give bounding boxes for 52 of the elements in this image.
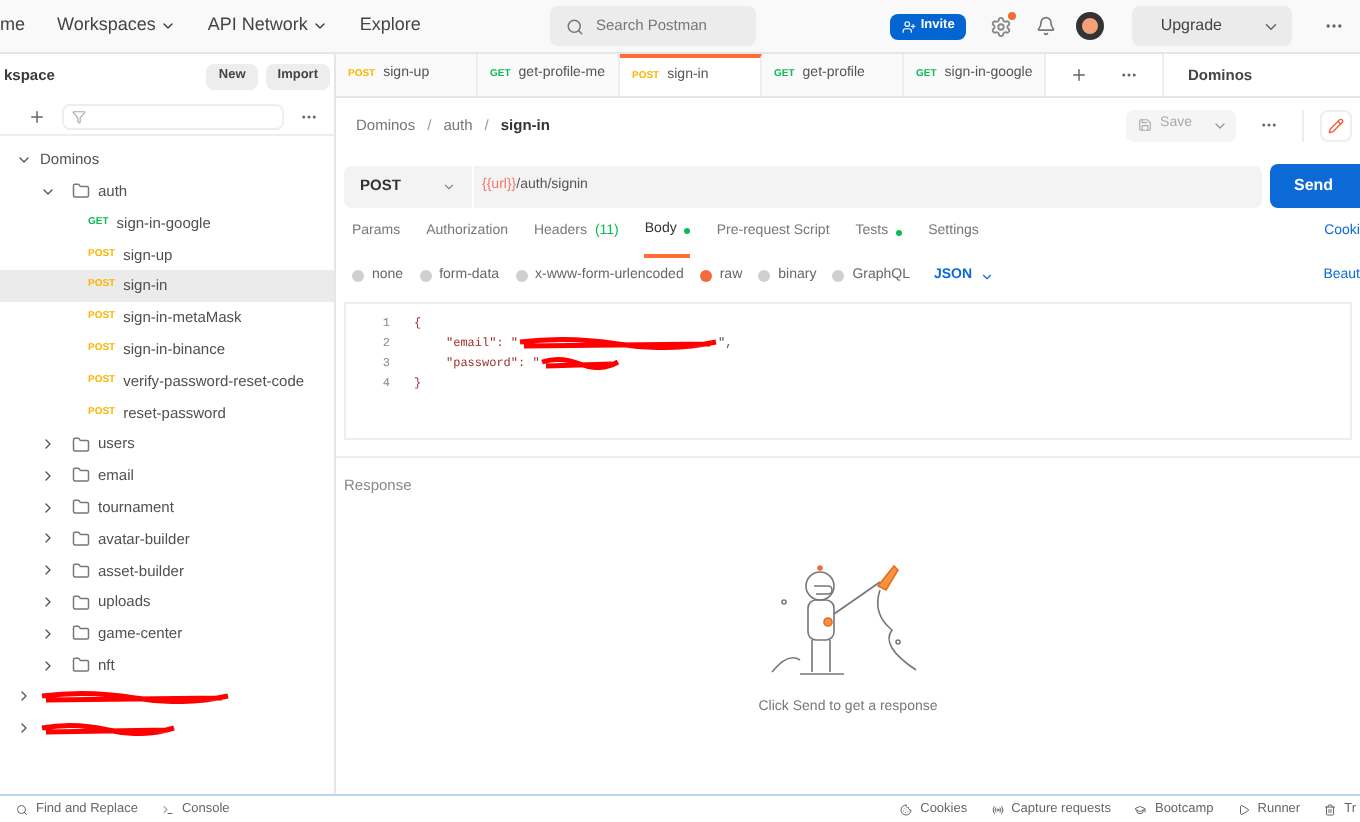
- folder-icon: [72, 435, 90, 454]
- chevron-right-icon[interactable]: [16, 688, 32, 705]
- search-icon: [566, 17, 584, 35]
- terminal-icon: [161, 803, 174, 815]
- chevron-down-icon[interactable]: [980, 269, 995, 283]
- folder-icon: [72, 561, 90, 580]
- avatar-icon[interactable]: [1076, 12, 1105, 40]
- chevron-right-icon[interactable]: [40, 625, 56, 642]
- radio-icon: [991, 803, 1004, 815]
- folder-icon: [72, 529, 90, 548]
- folder-icon: [72, 656, 90, 675]
- filter-icon: [72, 109, 86, 123]
- folder-icon: [72, 624, 90, 643]
- graduation-cap-icon: [1134, 803, 1147, 815]
- folder-icon: [72, 182, 90, 201]
- search-icon: [16, 803, 28, 815]
- chevron-right-icon[interactable]: [40, 657, 56, 674]
- folder-icon: [72, 593, 90, 612]
- add-icon[interactable]: [28, 107, 46, 125]
- radio-button[interactable]: [832, 270, 845, 282]
- chevron-right-icon[interactable]: [40, 499, 56, 516]
- redaction-scribble: [40, 721, 176, 736]
- radio-button[interactable]: [352, 270, 364, 282]
- chevron-right-icon[interactable]: [16, 720, 32, 737]
- nav-menu-item[interactable]: API Network: [207, 12, 308, 40]
- notifications-icon[interactable]: [1036, 16, 1057, 36]
- settings-icon[interactable]: [990, 15, 1013, 37]
- save-icon: [1138, 118, 1153, 132]
- pencil-icon[interactable]: [1328, 117, 1344, 133]
- radio-button[interactable]: [699, 270, 712, 282]
- user-plus-icon: [902, 19, 917, 33]
- play-icon: [1237, 803, 1250, 815]
- radio-button[interactable]: [419, 270, 432, 282]
- folder-icon: [72, 466, 90, 485]
- chevron-right-icon[interactable]: [40, 436, 56, 453]
- radio-button[interactable]: [515, 270, 528, 282]
- chevron-right-icon[interactable]: [40, 467, 56, 484]
- send-button[interactable]: Send: [1270, 164, 1360, 208]
- chevron-down-icon[interactable]: [311, 18, 328, 34]
- chevron-right-icon[interactable]: [40, 562, 56, 579]
- cookie-icon: [900, 803, 913, 815]
- filter-field[interactable]: [62, 103, 284, 129]
- new-tab-icon[interactable]: [1070, 66, 1088, 84]
- folder-icon: [72, 498, 90, 517]
- chevron-right-icon[interactable]: [40, 530, 56, 547]
- chevron-right-icon[interactable]: [40, 594, 56, 611]
- chevron-down-icon[interactable]: [159, 18, 176, 34]
- radio-button[interactable]: [758, 270, 771, 282]
- trash-icon: [1324, 803, 1337, 815]
- nav-menu-item[interactable]: me: [0, 12, 26, 40]
- nav-menu-item[interactable]: Explore: [359, 12, 421, 40]
- nav-menu-item[interactable]: Workspaces: [57, 12, 156, 40]
